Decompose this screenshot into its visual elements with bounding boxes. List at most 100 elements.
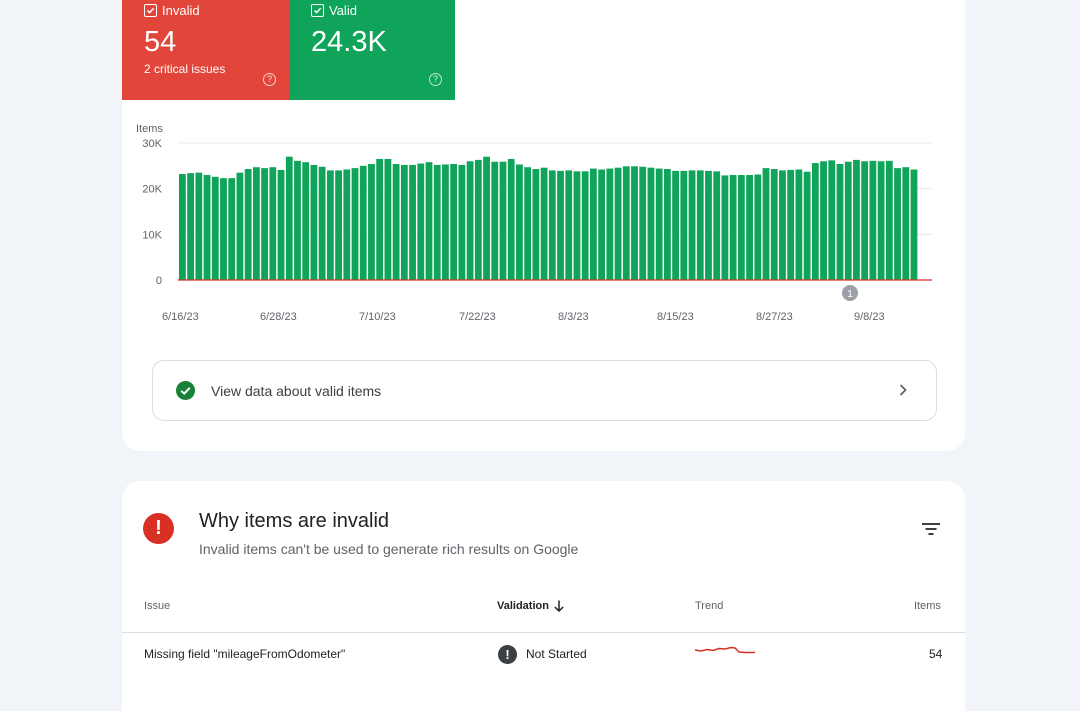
chart-bar (466, 161, 474, 280)
chart-bar (762, 168, 770, 280)
chart-bar (236, 172, 244, 280)
chart-bar (869, 160, 877, 280)
table-row-divider (122, 632, 965, 633)
chart-bar (885, 160, 893, 280)
chart-bar (787, 169, 795, 280)
column-header-issue[interactable]: Issue (144, 600, 170, 612)
chart-bar (211, 176, 219, 280)
chart-bar (622, 166, 630, 280)
chart-bar (532, 169, 540, 280)
issue-cell[interactable]: Missing field "mileageFromOdometer" (144, 647, 345, 661)
chart-bar (779, 170, 786, 280)
x-tick-label: 7/22/23 (459, 311, 496, 323)
x-tick-label: 7/10/23 (359, 311, 396, 323)
chart-bar (639, 166, 647, 280)
valid-tile[interactable]: Valid 24.3K ? (289, 0, 455, 100)
chart-bar (195, 172, 203, 280)
chart-bar (483, 156, 490, 280)
chart-bar (540, 167, 548, 280)
error-icon: ! (143, 513, 174, 544)
invalid-tile[interactable]: Invalid 54 2 critical issues ? (122, 0, 289, 100)
chart-bar (261, 168, 268, 280)
chart-bar (351, 168, 359, 280)
chart-bar (680, 170, 688, 280)
section-subtitle: Invalid items can't be used to generate … (199, 541, 579, 557)
chart-bar (179, 174, 186, 280)
chart-bar (746, 174, 753, 280)
filter-icon[interactable] (921, 522, 941, 541)
chart-bar (442, 164, 449, 280)
help-icon[interactable]: ? (263, 73, 276, 86)
checkbox-icon[interactable] (144, 4, 157, 17)
chart-bar (244, 169, 252, 280)
chart-bar (565, 170, 573, 280)
chart-bar (688, 170, 696, 280)
chart-bar (294, 160, 301, 280)
chart-bar (458, 164, 466, 280)
chart-bar (737, 174, 745, 280)
column-header-validation[interactable]: Validation (497, 600, 549, 612)
chart-bar (368, 164, 375, 280)
chart-bar (696, 170, 704, 280)
x-tick-label: 8/15/23 (657, 311, 694, 323)
chart-bar (713, 171, 721, 280)
chart-bar (335, 170, 342, 280)
chart-bar (187, 173, 195, 280)
chart-bar (828, 160, 836, 280)
chart-bar (606, 168, 614, 280)
chart-bar (557, 170, 564, 280)
y-tick-label: 0 (156, 275, 162, 287)
chart-bar (302, 162, 310, 280)
column-header-items[interactable]: Items (914, 600, 941, 612)
chart-bar (795, 169, 803, 280)
invalid-count: 54 (144, 26, 177, 58)
x-tick-label: 8/3/23 (558, 311, 589, 323)
chart-bar (220, 178, 227, 280)
chart-bar (721, 175, 729, 280)
chart-bar (811, 163, 819, 280)
chart-bar (844, 161, 852, 280)
view-valid-items-button[interactable]: View data about valid items (152, 360, 937, 421)
chart-bar (376, 158, 384, 280)
invalid-label: Invalid (162, 3, 200, 18)
checkbox-icon[interactable] (311, 4, 324, 17)
view-valid-items-label: View data about valid items (211, 383, 382, 399)
chart-bar (417, 163, 425, 280)
chart-bar (894, 168, 901, 280)
chart-bar (910, 169, 918, 280)
y-tick-label: 10K (142, 229, 162, 241)
chart-bar (853, 159, 860, 280)
chart-bar (474, 159, 482, 280)
chart-bar (573, 171, 581, 280)
valid-label: Valid (329, 3, 357, 18)
chart-bar (450, 164, 458, 280)
sort-arrow-down-icon[interactable] (553, 599, 565, 618)
chart-bar (516, 164, 523, 280)
chart-bar (433, 164, 441, 280)
chart-bar (598, 169, 606, 280)
y-tick-label: 20K (142, 184, 162, 196)
chart-bar (252, 167, 260, 280)
chart-bar (310, 164, 318, 280)
chart-bar (228, 178, 236, 280)
chart-bar (524, 167, 532, 280)
annotation-label: 1 (847, 289, 853, 300)
items-chart: Items 30K 20K 10K 0 1 6/16/23 6/28/23 7/10/23 7/2… (136, 123, 932, 323)
chart-bar (655, 168, 663, 280)
chart-bar (754, 174, 762, 280)
chart-bar (491, 161, 499, 280)
section-title: Why items are invalid (199, 510, 390, 532)
chart-bar (409, 164, 416, 280)
chart-bar (269, 167, 277, 280)
validation-status: Not Started (526, 647, 587, 661)
chart-bar (672, 170, 679, 280)
help-icon[interactable]: ? (429, 73, 442, 86)
chart-bar (359, 165, 367, 280)
chart-bar (705, 170, 712, 280)
chevron-right-icon (898, 383, 908, 402)
chart-bar (507, 158, 515, 280)
chart-bar (326, 170, 334, 280)
chart-bar (877, 161, 885, 280)
chart-bar (820, 161, 827, 280)
chart-bar (631, 166, 638, 280)
